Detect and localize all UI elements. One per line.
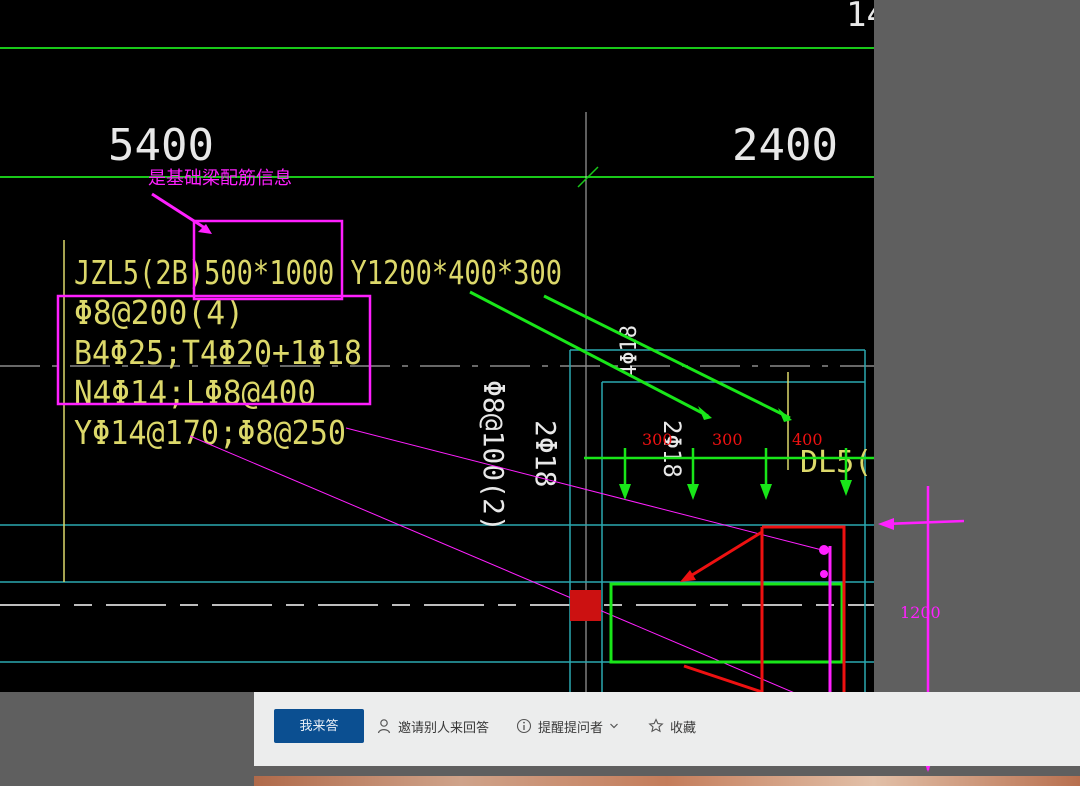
favorite-action[interactable]: 收藏 bbox=[648, 716, 696, 736]
rebar-dot-2 bbox=[820, 570, 828, 578]
note-arrow bbox=[151, 192, 209, 232]
annotation-note: 是基础梁配筋信息 bbox=[148, 168, 292, 189]
green-arrow-2 bbox=[543, 294, 791, 420]
red-label-2: 300 bbox=[712, 430, 743, 449]
info-icon bbox=[516, 718, 532, 734]
beam-line-5: YΦ14@170;Φ8@250 bbox=[74, 413, 346, 452]
red-arrow-up bbox=[683, 530, 763, 582]
beam-line-4: N4Φ14;LΦ8@400 bbox=[74, 373, 316, 412]
dim-left: 5400 bbox=[108, 120, 214, 171]
favorite-label: 收藏 bbox=[670, 719, 697, 735]
cad-drawing-image: 5400 2400 14 JZL5(2B)500*1000 Y1200* bbox=[0, 0, 874, 692]
cad-canvas: 5400 2400 14 JZL5(2B)500*1000 Y1200* bbox=[0, 0, 874, 692]
star-icon bbox=[648, 718, 664, 733]
dl-label: DL5(2 bbox=[800, 445, 874, 480]
remind-action[interactable]: 提醒提问者 bbox=[516, 716, 619, 736]
beam-line-1: JZL5(2B)500*1000 Y1200*400*300 bbox=[74, 253, 562, 292]
red-label-1: 300 bbox=[642, 430, 673, 449]
red-label-3: 400 bbox=[792, 430, 823, 449]
leader-thin-1 bbox=[345, 427, 823, 551]
red-section-rect bbox=[762, 525, 846, 692]
vertical-text-a: Φ8@100(2) bbox=[477, 380, 510, 532]
dim-top-partial: 14 bbox=[846, 0, 874, 35]
beam-line-3: B4Φ25;T4Φ20+1Φ18 bbox=[74, 333, 362, 372]
invite-label: 邀请别人来回答 bbox=[398, 719, 490, 735]
chevron-down-icon bbox=[610, 723, 618, 729]
invite-action[interactable]: 邀请别人来回答 bbox=[376, 716, 489, 736]
content-image-strip bbox=[254, 776, 1080, 786]
red-arrow-down bbox=[683, 664, 763, 692]
remind-label: 提醒提问者 bbox=[538, 719, 604, 735]
rebar-dot-1 bbox=[819, 545, 829, 555]
person-icon bbox=[377, 719, 391, 734]
column-marker bbox=[570, 590, 601, 621]
vertical-text-b: 2Φ18 bbox=[529, 420, 562, 487]
beam-section-rect bbox=[609, 582, 844, 664]
answer-button[interactable]: 我来答 bbox=[274, 709, 364, 743]
dim-right: 2400 bbox=[732, 120, 838, 171]
